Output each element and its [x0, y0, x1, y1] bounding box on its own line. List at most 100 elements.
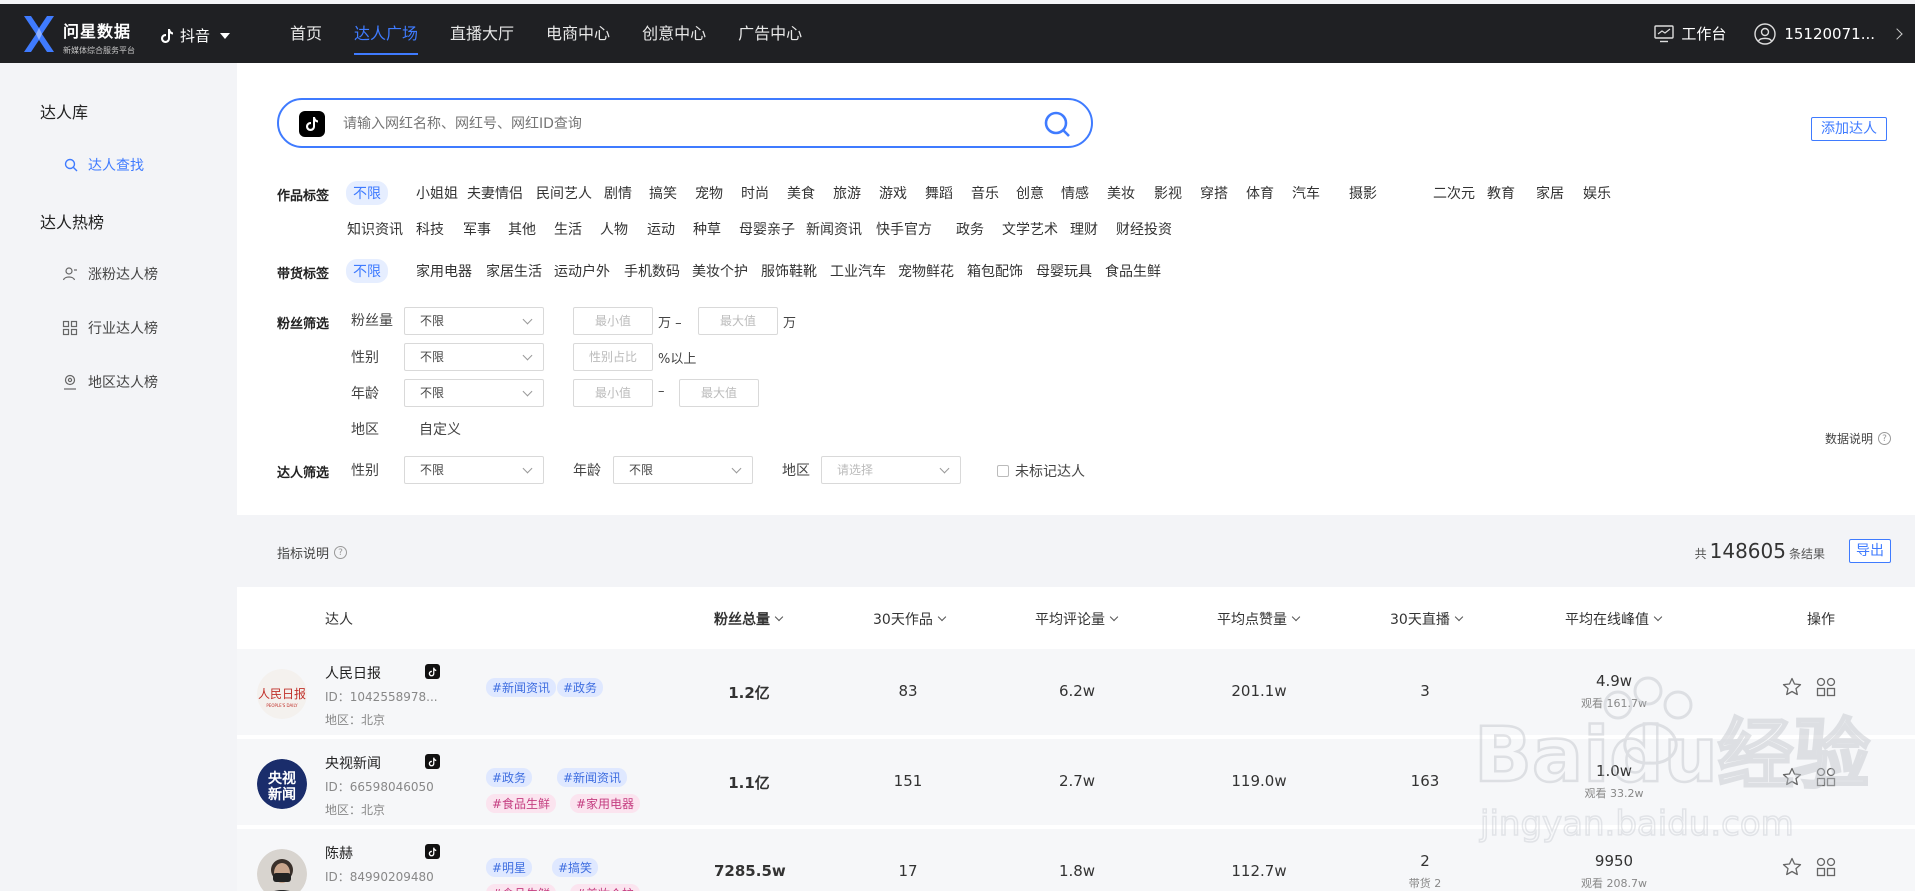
tag-option[interactable]: 手机数码 [624, 261, 680, 281]
sidebar-item-industry-rank[interactable]: 行业达人榜 [62, 318, 158, 338]
data-note[interactable]: 数据说明 ? [1825, 430, 1891, 447]
tag-option[interactable]: 财经投资 [1116, 219, 1172, 239]
tag-option[interactable]: 美食 [787, 183, 815, 203]
tag-option[interactable]: 服饰鞋靴 [761, 261, 817, 281]
gender-select[interactable]: 不限 [404, 343, 544, 371]
gender-ratio-input[interactable]: 性别占比 [573, 343, 653, 371]
avatar[interactable] [257, 849, 307, 891]
tag-option[interactable]: 快手官方 [876, 219, 932, 239]
tag-option[interactable]: 箱包配饰 [967, 261, 1023, 281]
tag-option[interactable]: 小姐姐 [416, 183, 458, 203]
tag-option[interactable]: 工业汽车 [830, 261, 886, 281]
kol-gender-select[interactable]: 不限 [404, 456, 544, 484]
compare-icon[interactable] [1816, 857, 1836, 877]
tag-option[interactable]: 创意 [1016, 183, 1044, 203]
tag-option[interactable]: 母婴玩具 [1036, 261, 1092, 281]
nav-home[interactable]: 首页 [290, 4, 322, 63]
tag-option[interactable]: 二次元 [1433, 183, 1475, 203]
sidebar-item-region-rank[interactable]: 地区达人榜 [62, 372, 158, 392]
tag-option[interactable]: 时尚 [741, 183, 769, 203]
th-fans[interactable]: 粉丝总量 [714, 609, 784, 629]
table-row[interactable]: 陈赫 ID：84990209480 #明星 #搞笑 #食品生鲜 #美妆个护 7285.5w 1… [237, 829, 1915, 891]
tag-option[interactable]: 不限 [346, 259, 388, 283]
avatar[interactable]: 人民日报 PEOPLE'S DAILY [257, 669, 307, 719]
table-row[interactable]: 央视 新闻 央视新闻 ID：66598046050 地区：北京 #政务 #新闻资讯 #食品生鲜… [237, 739, 1915, 825]
tag-option[interactable]: 情感 [1061, 183, 1089, 203]
tag-option[interactable]: 教育 [1487, 183, 1515, 203]
tag-option[interactable]: 美妆 [1107, 183, 1135, 203]
export-button[interactable]: 导出 [1849, 539, 1891, 563]
tag-option[interactable]: 民间艺人 [536, 183, 592, 203]
kol-name[interactable]: 央视新闻 [325, 753, 381, 773]
star-icon[interactable] [1782, 677, 1802, 697]
tag-option[interactable]: 文学艺术 [1002, 219, 1058, 239]
age-max-input[interactable]: 最大值 [679, 379, 759, 407]
kol-region-select[interactable]: 请选择 [821, 456, 961, 484]
fans-min-input[interactable]: 最小值 [573, 307, 653, 335]
table-row[interactable]: 人民日报 PEOPLE'S DAILY 人民日报 ID：1042558978... 地区… [237, 649, 1915, 735]
tag-option[interactable]: 政务 [956, 219, 984, 239]
tag-option[interactable]: 家居生活 [486, 261, 542, 281]
th-avg-comment[interactable]: 平均评论量 [1035, 609, 1119, 629]
tag-option[interactable]: 生活 [554, 219, 582, 239]
kol-age-select[interactable]: 不限 [613, 456, 753, 484]
tag-option[interactable]: 剧情 [604, 183, 632, 203]
tag-option[interactable]: 摄影 [1349, 183, 1377, 203]
star-icon[interactable] [1782, 857, 1802, 877]
tag-option[interactable]: 影视 [1154, 183, 1182, 203]
tag-option[interactable]: 宠物鲜花 [898, 261, 954, 281]
tag-option[interactable]: 游戏 [879, 183, 907, 203]
tag-option[interactable]: 运动 [647, 219, 675, 239]
sidebar-item-search[interactable]: 达人查找 [64, 155, 144, 175]
nav-kol-square[interactable]: 达人广场 [354, 4, 419, 63]
kol-name[interactable]: 人民日报 [325, 663, 381, 683]
tag-option[interactable]: 食品生鲜 [1105, 261, 1161, 281]
tag-option[interactable]: 理财 [1070, 219, 1098, 239]
fans-count-select[interactable]: 不限 [404, 307, 544, 335]
checkbox-box[interactable] [997, 465, 1009, 477]
tag-option[interactable]: 不限 [346, 181, 388, 205]
platform-selector[interactable]: 抖音 [160, 25, 231, 46]
tag-option[interactable]: 体育 [1246, 183, 1274, 203]
kol-name[interactable]: 陈赫 [325, 843, 353, 863]
tag-option[interactable]: 搞笑 [649, 183, 677, 203]
age-min-input[interactable]: 最小值 [573, 379, 653, 407]
tag-option[interactable]: 运动户外 [554, 261, 610, 281]
nav-ecommerce[interactable]: 电商中心 [546, 4, 610, 63]
th-avg-online-peak[interactable]: 平均在线峰值 [1565, 609, 1663, 629]
unmarked-checkbox[interactable]: 未标记达人 [997, 461, 1085, 481]
user-menu[interactable]: 15120071... [1754, 22, 1875, 45]
workbench-button[interactable]: 工作台 [1654, 23, 1726, 44]
tag-option[interactable]: 家居 [1536, 183, 1564, 203]
add-kol-button[interactable]: 添加达人 [1811, 117, 1887, 141]
tag-option[interactable]: 其他 [508, 219, 536, 239]
tag-option[interactable]: 美妆个护 [692, 261, 748, 281]
age-select[interactable]: 不限 [404, 379, 544, 407]
tag-option[interactable]: 家用电器 [416, 261, 472, 281]
tag-option[interactable]: 军事 [463, 219, 491, 239]
tag-option[interactable]: 新闻资讯 [806, 219, 862, 239]
avatar[interactable]: 央视 新闻 [257, 759, 307, 809]
search-input[interactable] [343, 112, 1023, 136]
region-custom[interactable]: 自定义 [419, 419, 461, 439]
tag-option[interactable]: 舞蹈 [925, 183, 953, 203]
tag-option[interactable]: 娱乐 [1583, 183, 1611, 203]
tag-option[interactable]: 宠物 [695, 183, 723, 203]
tag-option[interactable]: 汽车 [1292, 183, 1320, 203]
metric-note[interactable]: 指标说明 ? [277, 543, 348, 562]
nav-ads[interactable]: 广告中心 [738, 4, 802, 63]
tag-option[interactable]: 科技 [416, 219, 444, 239]
star-icon[interactable] [1782, 767, 1802, 787]
tag-option[interactable]: 音乐 [971, 183, 999, 203]
tag-option[interactable]: 穿搭 [1200, 183, 1228, 203]
tag-option[interactable]: 夫妻情侣 [467, 183, 523, 203]
fans-max-input[interactable]: 最大值 [698, 307, 778, 335]
tag-option[interactable]: 种草 [693, 219, 721, 239]
th-works30[interactable]: 30天作品 [873, 609, 947, 629]
th-live30[interactable]: 30天直播 [1390, 609, 1464, 629]
chevron-right-icon[interactable] [1891, 27, 1903, 40]
tag-option[interactable]: 人物 [600, 219, 628, 239]
tag-option[interactable]: 旅游 [833, 183, 861, 203]
compare-icon[interactable] [1816, 767, 1836, 787]
nav-live-hall[interactable]: 直播大厅 [450, 4, 514, 63]
